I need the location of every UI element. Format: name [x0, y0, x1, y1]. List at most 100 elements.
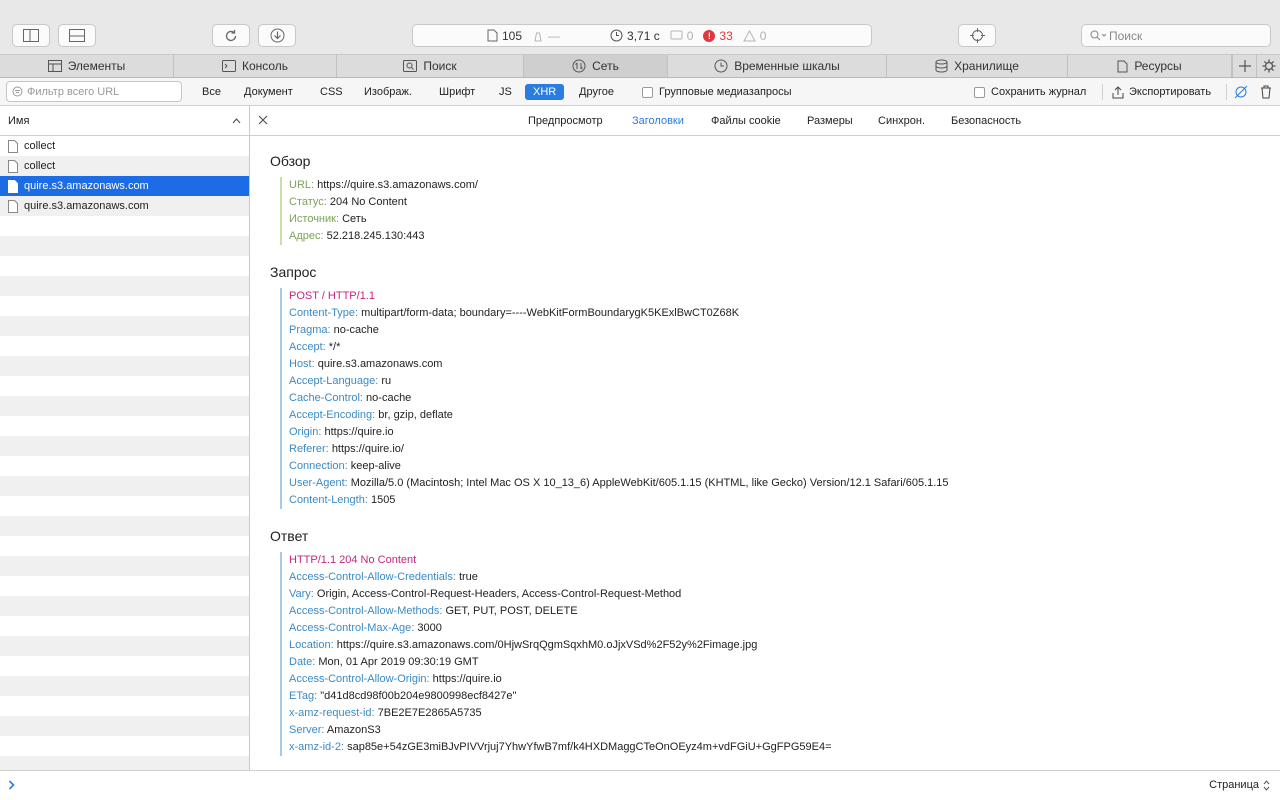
inspect-element-button[interactable]	[958, 24, 996, 47]
checkbox-icon	[642, 86, 653, 98]
tab-security[interactable]: Безопасность	[951, 115, 1021, 127]
header-key: Vary:	[289, 588, 314, 600]
empty-row	[0, 496, 249, 516]
dock-bottom-icon	[69, 29, 85, 42]
load-time: 3,71 с	[610, 29, 660, 43]
header-value: 1505	[370, 494, 396, 506]
reload-button[interactable]	[212, 24, 250, 47]
empty-row	[0, 436, 249, 456]
warning-count[interactable]: 0	[742, 29, 766, 43]
request-header-row: Connection: keep-alive	[289, 458, 1280, 475]
filter-js[interactable]: JS	[495, 84, 516, 100]
error-count[interactable]: ! 33	[703, 29, 733, 43]
request-list: Имя collect collect quire.s3.amazonaws.c…	[0, 106, 250, 770]
separator	[1102, 84, 1103, 100]
filter-icon	[12, 86, 23, 97]
document-icon	[8, 179, 18, 193]
export-button[interactable]: Экспортировать	[1112, 84, 1211, 100]
preserve-log-checkbox[interactable]: Сохранить журнал	[974, 84, 1086, 100]
tab-resources[interactable]: Ресурсы	[1068, 55, 1232, 77]
headers-content: Обзор URL: https://quire.s3.amazonaws.co…	[250, 153, 1280, 756]
disable-cache-button[interactable]	[1234, 84, 1248, 100]
close-icon[interactable]	[258, 115, 268, 125]
empty-row	[0, 716, 249, 736]
tab-console[interactable]: Консоль	[174, 55, 337, 77]
header-key: Accept-Encoding:	[289, 409, 376, 421]
settings-button[interactable]	[1256, 55, 1280, 77]
tab-timelines[interactable]: Временные шкалы	[668, 55, 887, 77]
empty-row	[0, 596, 249, 616]
overview-title: Обзор	[270, 153, 311, 169]
tab-elements[interactable]: Элементы	[0, 55, 174, 77]
header-value: Mon, 01 Apr 2019 09:30:19 GMT	[318, 656, 479, 668]
filter-fonts[interactable]: Шрифт	[435, 84, 479, 100]
filter-other[interactable]: Другое	[575, 84, 618, 100]
response-header-row: Server: AmazonS3	[289, 722, 1280, 739]
tab-sizes[interactable]: Размеры	[807, 115, 853, 127]
list-item[interactable]: quire.s3.amazonaws.com	[0, 196, 249, 216]
list-item[interactable]: quire.s3.amazonaws.com	[0, 176, 249, 196]
search-icon	[403, 60, 418, 72]
dock-side-button[interactable]	[12, 24, 50, 47]
name-column-header[interactable]: Имя	[0, 106, 249, 136]
empty-row	[0, 636, 249, 656]
header-value: quire.s3.amazonaws.com	[317, 358, 443, 370]
download-button[interactable]	[258, 24, 296, 47]
tab-cookies[interactable]: Файлы cookie	[711, 115, 781, 127]
dock-bottom-button[interactable]	[58, 24, 96, 47]
filter-all[interactable]: Все	[198, 84, 225, 100]
empty-row	[0, 296, 249, 316]
header-value: keep-alive	[350, 460, 401, 472]
list-item[interactable]: collect	[0, 156, 249, 176]
filter-xhr[interactable]: XHR	[525, 84, 565, 100]
tab-preview[interactable]: Предпросмотр	[528, 115, 603, 127]
header-value: sap85e+54zGE3miBJvPIVVrjuj7YhwYfwB7mf/k4…	[347, 741, 832, 753]
header-key: x-amz-id-2:	[289, 741, 345, 753]
response-header-row: Location: https://quire.s3.amazonaws.com…	[289, 637, 1280, 654]
message-count[interactable]: 0	[670, 29, 693, 43]
header-key: Cache-Control:	[289, 392, 363, 404]
header-key: Accept:	[289, 341, 326, 353]
header-value: multipart/form-data; boundary=----WebKit…	[361, 307, 740, 319]
network-icon	[572, 59, 586, 73]
group-media-checkbox[interactable]: Групповые медиазапросы	[642, 84, 792, 100]
list-item[interactable]: collect	[0, 136, 249, 156]
prompt-chevron-icon[interactable]	[8, 780, 16, 790]
filter-css[interactable]: CSS	[316, 84, 347, 100]
response-header-row: x-amz-request-id: 7BE2E7E2865A5735	[289, 705, 1280, 722]
header-key: Pragma:	[289, 324, 331, 336]
header-key: Content-Type:	[289, 307, 359, 319]
header-key: ETag:	[289, 690, 318, 702]
empty-row	[0, 336, 249, 356]
header-value: https://quire.s3.amazonaws.com/	[317, 179, 478, 191]
tab-timing[interactable]: Синхрон.	[878, 115, 925, 127]
overview-section: URL: https://quire.s3.amazonaws.com/Стат…	[280, 177, 1280, 245]
header-key: Access-Control-Allow-Origin:	[289, 673, 430, 685]
clear-log-button[interactable]	[1260, 84, 1272, 100]
execution-context-select[interactable]: Страница	[1209, 779, 1270, 791]
global-search-input[interactable]: Поиск	[1081, 24, 1271, 47]
header-value: https://quire.io	[324, 426, 394, 438]
header-value: GET, PUT, POST, DELETE	[445, 605, 578, 617]
tab-search[interactable]: Поиск	[337, 55, 524, 77]
empty-row	[0, 736, 249, 756]
tab-headers[interactable]: Заголовки	[632, 115, 684, 127]
download-icon	[270, 28, 284, 43]
request-header-row: Content-Length: 1505	[289, 492, 1280, 509]
header-key: x-amz-request-id:	[289, 707, 375, 719]
empty-row	[0, 556, 249, 576]
filter-images[interactable]: Изображ.	[360, 84, 416, 100]
tab-network[interactable]: Сеть	[524, 55, 668, 77]
url-filter-input[interactable]: Фильтр всего URL	[6, 81, 182, 102]
document-icon	[8, 159, 18, 173]
header-value: Origin, Access-Control-Request-Headers, …	[316, 588, 682, 600]
clock-icon	[610, 29, 623, 42]
overview-row: Источник: Сеть	[289, 211, 1280, 228]
detail-tab-bar: Предпросмотр Заголовки Файлы cookie Разм…	[250, 106, 1280, 136]
filter-document[interactable]: Документ	[240, 84, 297, 100]
tab-storage[interactable]: Хранилище	[887, 55, 1068, 77]
request-rows: collect collect quire.s3.amazonaws.com q…	[0, 136, 249, 770]
response-header-row: ETag: "d41d8cd98f00b204e9800998ecf8427e"	[289, 688, 1280, 705]
devtools-tab-bar: Элементы Консоль Поиск Сеть Временные шк…	[0, 55, 1280, 78]
add-tab-button[interactable]	[1232, 55, 1256, 77]
